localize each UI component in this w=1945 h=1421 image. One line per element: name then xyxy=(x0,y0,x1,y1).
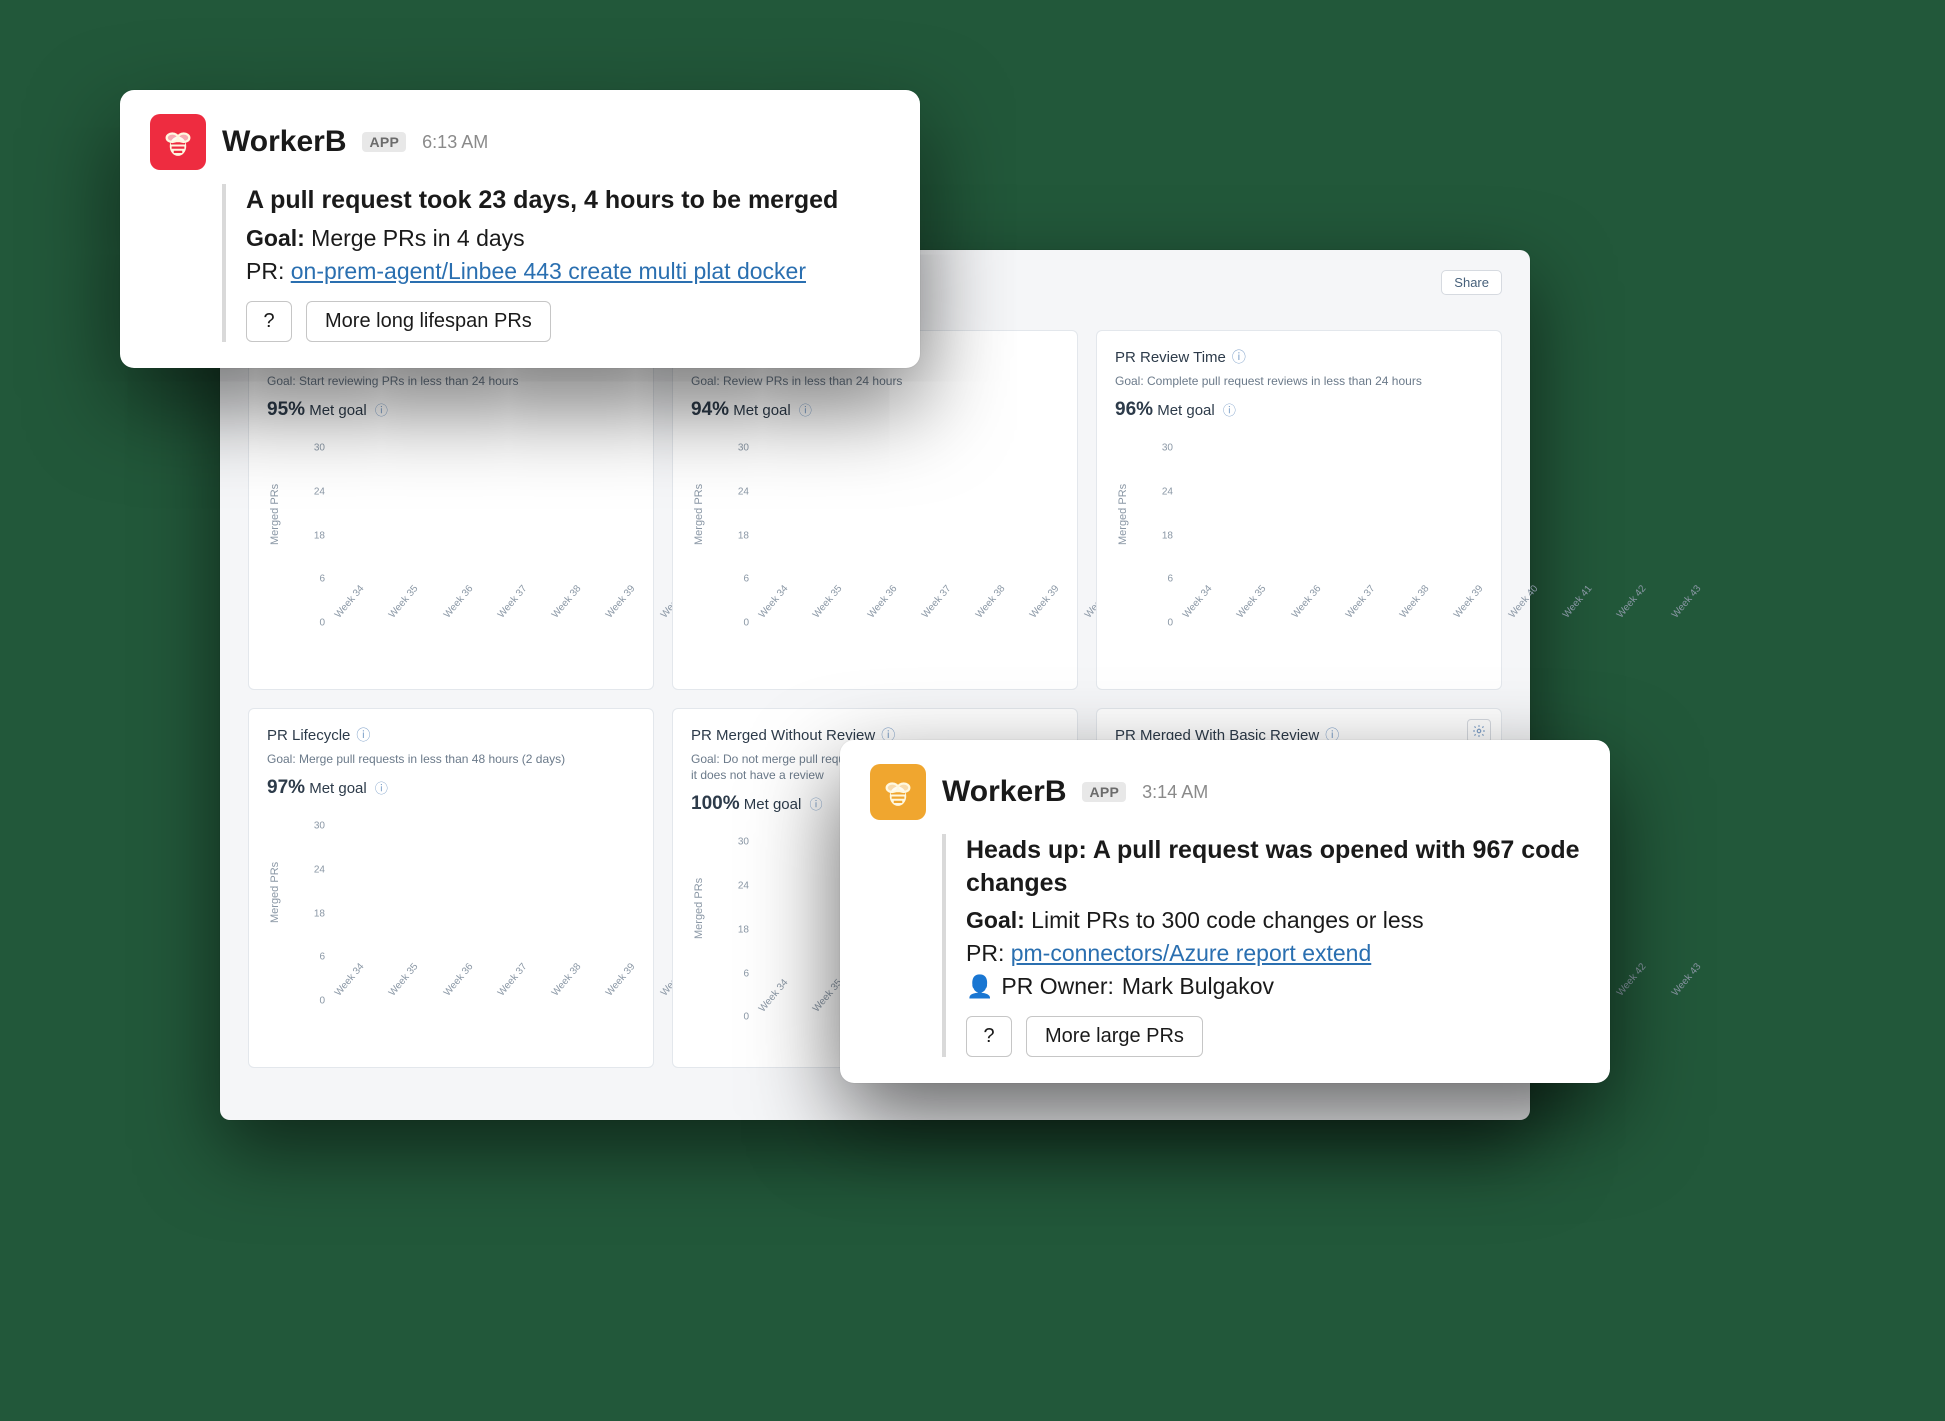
card-metric: 97% Met goal ⓘ xyxy=(267,777,635,799)
share-button[interactable]: Share xyxy=(1441,270,1502,295)
slack-message-lifespan: WorkerB APP 6:13 AM A pull request took … xyxy=(120,90,920,368)
info-icon[interactable]: ⓘ xyxy=(375,403,388,418)
y-tick: 24 xyxy=(738,881,749,892)
bar-chart: Merged PRs 30 24 18 6 0 xyxy=(1115,437,1483,652)
slack-message-large-pr: WorkerB APP 3:14 AM Heads up: A pull req… xyxy=(840,740,1610,1083)
y-tick: 0 xyxy=(1167,618,1173,629)
metric-card: PR Review Timeⓘ Goal: Review PRs in less… xyxy=(672,330,1078,690)
help-icon[interactable]: ⓘ xyxy=(1232,347,1246,367)
card-goal: Goal: Review PRs in less than 24 hours xyxy=(691,373,1059,389)
card-goal: Goal: Start reviewing PRs in less than 2… xyxy=(267,373,635,389)
app-name: WorkerB xyxy=(942,775,1066,809)
message-time: 3:14 AM xyxy=(1142,782,1208,803)
more-large-prs-button[interactable]: More large PRs xyxy=(1026,1016,1203,1057)
workerb-icon xyxy=(150,114,206,170)
card-metric: 95% Met goal ⓘ xyxy=(267,399,635,421)
bar-chart: Merged PRs 30 24 18 6 0 xyxy=(267,437,635,652)
y-tick: 24 xyxy=(314,864,325,875)
x-tick: Week 42 xyxy=(1611,583,1666,640)
y-tick: 0 xyxy=(743,618,749,629)
goal-label: Goal: xyxy=(966,907,1025,933)
y-tick: 0 xyxy=(743,1012,749,1023)
y-tick: 0 xyxy=(319,996,325,1007)
goal-text: Merge PRs in 4 days xyxy=(311,225,524,251)
x-tick: Week 41 xyxy=(1557,583,1612,640)
app-badge: APP xyxy=(362,132,406,152)
y-axis-label: Merged PRs xyxy=(693,484,705,545)
info-icon[interactable]: ⓘ xyxy=(809,797,822,812)
y-tick: 18 xyxy=(738,924,749,935)
y-tick: 6 xyxy=(319,952,325,963)
app-badge: APP xyxy=(1082,782,1126,802)
card-metric: 94% Met goal ⓘ xyxy=(691,399,1059,421)
y-axis-label: Merged PRs xyxy=(693,878,705,939)
y-tick: 30 xyxy=(738,837,749,848)
y-tick: 18 xyxy=(738,530,749,541)
card-goal: Goal: Merge pull requests in less than 4… xyxy=(267,751,635,767)
app-name: WorkerB xyxy=(222,125,346,159)
card-metric: 96% Met goal ⓘ xyxy=(1115,399,1483,421)
bar-chart: Merged PRs 30 24 18 6 0 xyxy=(267,815,635,1030)
info-icon[interactable]: ⓘ xyxy=(375,781,388,796)
owner-label: PR Owner: xyxy=(1001,973,1113,1000)
x-tick: Week 43 xyxy=(1666,583,1721,640)
metric-card: PR Review Timeⓘ Goal: Complete pull requ… xyxy=(1096,330,1502,690)
x-tick: Week 42 xyxy=(1611,961,1666,1018)
y-tick: 0 xyxy=(319,618,325,629)
pr-link[interactable]: pm-connectors/Azure report extend xyxy=(1011,940,1372,966)
y-tick: 18 xyxy=(314,530,325,541)
x-tick: Week 43 xyxy=(1666,961,1721,1018)
y-tick: 6 xyxy=(743,968,749,979)
y-tick: 6 xyxy=(1167,574,1173,585)
goal-label: Goal: xyxy=(246,225,305,251)
help-button[interactable]: ? xyxy=(246,301,292,342)
card-title: PR Lifecycleⓘ xyxy=(267,725,635,745)
info-icon[interactable]: ⓘ xyxy=(799,403,812,418)
goal-text: Limit PRs to 300 code changes or less xyxy=(1031,907,1423,933)
y-tick: 30 xyxy=(738,443,749,454)
message-headline: A pull request took 23 days, 4 hours to … xyxy=(246,184,890,217)
card-title: PR Review Timeⓘ xyxy=(1115,347,1483,367)
help-button[interactable]: ? xyxy=(966,1016,1012,1057)
x-tick: Week 40 xyxy=(1503,583,1558,640)
card-goal: Goal: Complete pull request reviews in l… xyxy=(1115,373,1483,389)
y-tick: 18 xyxy=(314,908,325,919)
y-tick: 30 xyxy=(314,443,325,454)
owner-name: Mark Bulgakov xyxy=(1122,973,1274,1000)
pr-link[interactable]: on-prem-agent/Linbee 443 create multi pl… xyxy=(291,258,806,284)
y-tick: 30 xyxy=(1162,443,1173,454)
metric-card: PR Lifecycleⓘ Goal: Merge pull requests … xyxy=(248,708,654,1068)
workerb-icon xyxy=(870,764,926,820)
person-icon: 👤 xyxy=(966,974,993,1000)
y-axis-label: Merged PRs xyxy=(1117,484,1129,545)
pr-label: PR: xyxy=(246,258,284,284)
y-tick: 6 xyxy=(743,574,749,585)
y-axis-label: Merged PRs xyxy=(269,484,281,545)
y-tick: 24 xyxy=(1162,486,1173,497)
y-tick: 24 xyxy=(738,486,749,497)
info-icon[interactable]: ⓘ xyxy=(1223,403,1236,418)
more-long-lifespan-button[interactable]: More long lifespan PRs xyxy=(306,301,551,342)
metric-card: PR Pickup Timeⓘ Goal: Start reviewing PR… xyxy=(248,330,654,690)
y-tick: 6 xyxy=(319,574,325,585)
y-tick: 18 xyxy=(1162,530,1173,541)
bar-chart: Merged PRs 30 24 18 6 0 xyxy=(691,437,1059,652)
message-headline: Heads up: A pull request was opened with… xyxy=(966,834,1580,899)
help-icon[interactable]: ⓘ xyxy=(356,725,370,745)
y-tick: 24 xyxy=(314,486,325,497)
pr-label: PR: xyxy=(966,940,1004,966)
y-axis-label: Merged PRs xyxy=(269,862,281,923)
message-time: 6:13 AM xyxy=(422,132,488,153)
y-tick: 30 xyxy=(314,821,325,832)
